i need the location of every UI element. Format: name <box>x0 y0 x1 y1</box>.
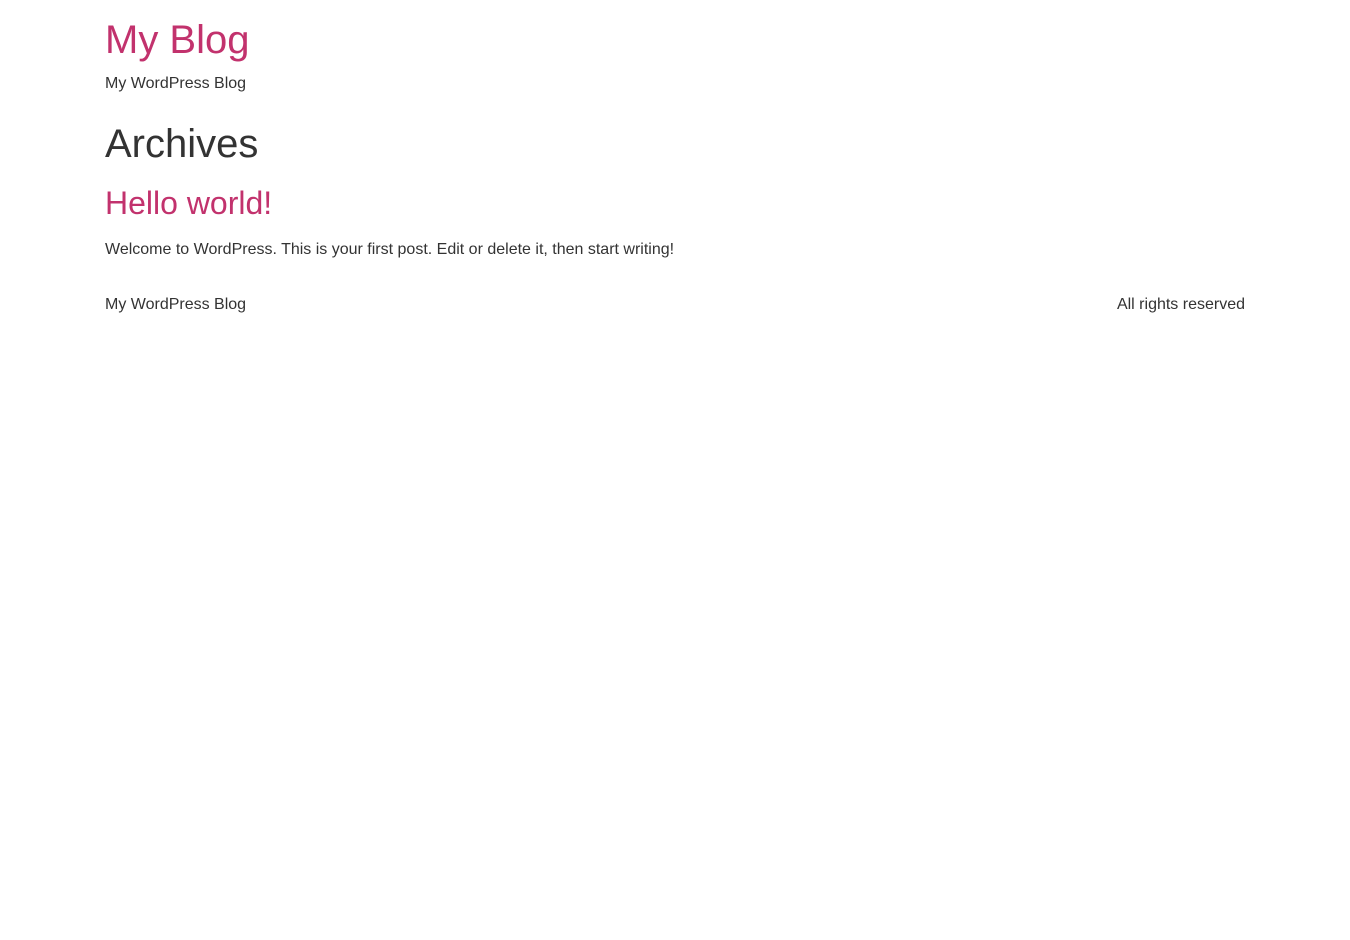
footer-site-name: My WordPress Blog <box>105 296 247 313</box>
page: My Blog My WordPress Blog Archives Hello… <box>0 0 1350 940</box>
site-description: My WordPress Blog <box>105 75 247 92</box>
footer-copyright: All rights reserved <box>1116 296 1245 313</box>
page-title: Archives <box>105 122 259 166</box>
post-excerpt: Welcome to WordPress. This is your first… <box>105 241 675 258</box>
site-title-link[interactable]: My Blog <box>105 17 250 63</box>
post-title-link[interactable]: Hello world! <box>105 184 272 222</box>
